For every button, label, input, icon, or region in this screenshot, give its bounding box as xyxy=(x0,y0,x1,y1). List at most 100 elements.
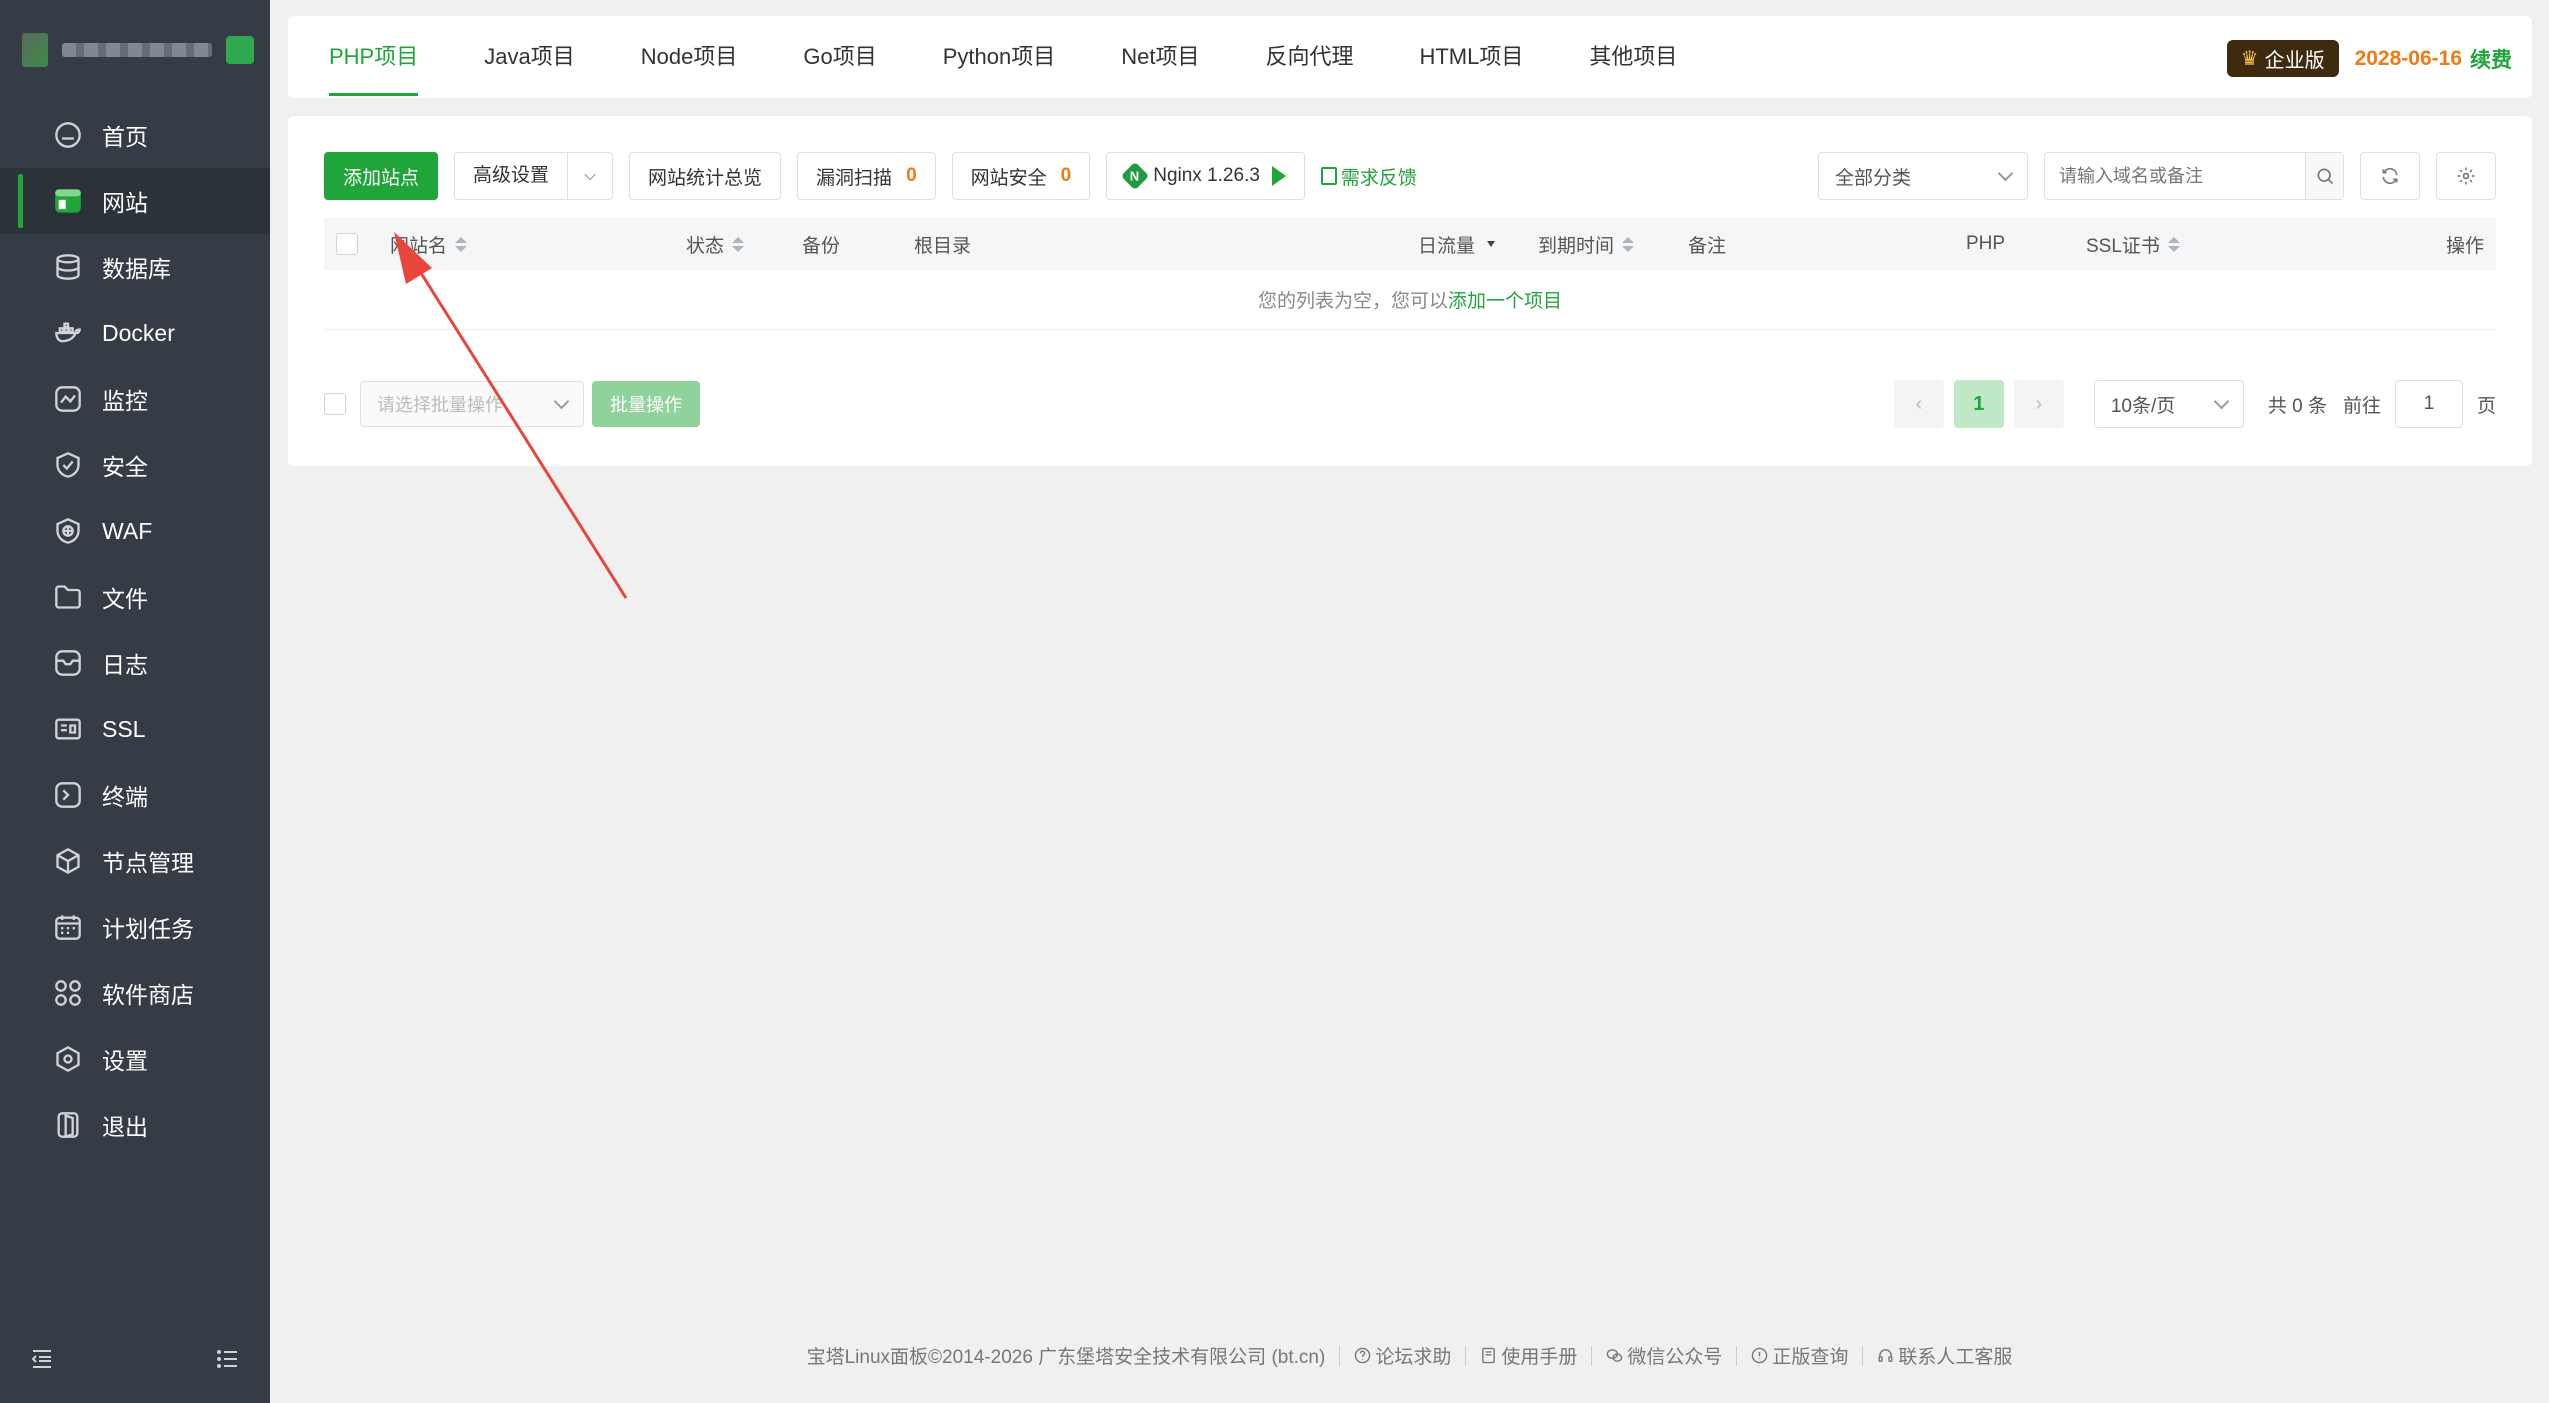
col-label: 状态 xyxy=(686,235,725,257)
table-settings-button[interactable] xyxy=(2436,152,2496,200)
refresh-button[interactable] xyxy=(2360,152,2420,200)
sidebar-item-label: WAF xyxy=(102,517,153,544)
sidebar-item-security[interactable]: 安全 xyxy=(0,432,270,498)
sidebar-item-logout[interactable]: 退出 xyxy=(0,1092,270,1158)
feedback-icon xyxy=(1320,167,1337,185)
sidebar-item-database[interactable]: 数据库 xyxy=(0,234,270,300)
pagination: ‹ 1 › 10条/页 共 0 条 前往 1 页 xyxy=(1893,380,2496,428)
col-daily-traffic[interactable]: 日流量 xyxy=(1418,231,1496,258)
vuln-scan-button[interactable]: 漏洞扫描 0 xyxy=(797,152,936,200)
collapse-sidebar-icon[interactable] xyxy=(30,1347,54,1376)
sidebar-item-label: 监控 xyxy=(102,388,148,414)
sidebar-item-label: 安全 xyxy=(102,454,148,480)
chevron-down-icon: ⌵ xyxy=(583,167,597,184)
manual-link[interactable]: 使用手册 xyxy=(1480,1342,1577,1369)
search-icon xyxy=(2317,168,2333,185)
add-site-button[interactable]: 添加站点 xyxy=(324,152,439,200)
prev-page-button[interactable]: ‹ xyxy=(1893,380,1944,428)
search-button[interactable] xyxy=(2305,153,2343,199)
col-site-name[interactable]: 网站名 xyxy=(390,231,468,258)
tab-reverse-proxy[interactable]: 反向代理 xyxy=(1232,16,1386,98)
add-project-link[interactable]: 添加一个项目 xyxy=(1448,286,1562,313)
crown-icon: ♛ xyxy=(2240,48,2259,70)
sidebar-item-logs[interactable]: 日志 xyxy=(0,630,270,696)
sort-icon xyxy=(732,236,745,252)
tab-html[interactable]: HTML项目 xyxy=(1386,16,1556,98)
sidebar-item-files[interactable]: 文件 xyxy=(0,564,270,630)
sidebar-item-label: 退出 xyxy=(102,1114,148,1140)
wechat-link[interactable]: 微信公众号 xyxy=(1606,1342,1722,1369)
goto-page-input[interactable]: 1 xyxy=(2394,380,2463,428)
col-root-dir: 根目录 xyxy=(914,235,972,257)
page-size-value: 10条/页 xyxy=(2110,395,2176,417)
sidebar-item-ssl[interactable]: SSL xyxy=(0,696,270,762)
sidebar-item-monitor[interactable]: 监控 xyxy=(0,366,270,432)
site-stats-button[interactable]: 网站统计总览 xyxy=(629,152,782,200)
bulk-select-checkbox[interactable] xyxy=(324,393,346,415)
license-check-link[interactable]: 正版查询 xyxy=(1751,1342,1848,1369)
total-count: 共 0 条 xyxy=(2267,395,2327,417)
docker-icon xyxy=(54,319,82,347)
page-number-current[interactable]: 1 xyxy=(1953,380,2004,428)
logo-text-blurred xyxy=(62,43,212,57)
tab-net[interactable]: Net项目 xyxy=(1088,16,1232,98)
sidebar-item-label: 日志 xyxy=(102,652,148,678)
copyright: 宝塔Linux面板©2014-2026 广东堡塔安全技术有限公司 (bt.cn) xyxy=(806,1347,1326,1368)
vuln-scan-label: 漏洞扫描 xyxy=(816,167,893,189)
tab-java[interactable]: Java项目 xyxy=(451,16,607,98)
feedback-label: 需求反馈 xyxy=(1340,167,1417,189)
enterprise-badge[interactable]: ♛ 企业版 xyxy=(2226,40,2339,77)
col-status[interactable]: 状态 xyxy=(686,231,745,258)
menu-list-icon[interactable] xyxy=(216,1347,240,1376)
next-page-button[interactable]: › xyxy=(2013,380,2064,428)
category-select[interactable]: 全部分类 xyxy=(1818,152,2028,200)
sidebar-item-store[interactable]: 软件商店 xyxy=(0,960,270,1026)
tab-php[interactable]: PHP项目 xyxy=(296,16,451,98)
chevron-down-icon xyxy=(2213,393,2230,409)
empty-state: 您的列表为空，您可以 添加一个项目 xyxy=(324,270,2496,330)
renew-link[interactable]: 续费 xyxy=(2470,44,2512,74)
tab-node[interactable]: Node项目 xyxy=(608,16,771,98)
tab-python[interactable]: Python项目 xyxy=(910,16,1089,98)
sidebar-item-label: 网站 xyxy=(102,190,148,216)
site-security-label: 网站安全 xyxy=(970,167,1047,189)
sidebar-item-label: 首页 xyxy=(102,124,148,150)
advanced-settings-dropdown[interactable]: 高级设置 ⌵ xyxy=(454,152,614,200)
help-icon xyxy=(1355,1347,1371,1364)
support-link[interactable]: 联系人工客服 xyxy=(1877,1342,2012,1369)
sidebar-item-home[interactable]: 首页 xyxy=(0,102,270,168)
tab-go[interactable]: Go项目 xyxy=(770,16,909,98)
sidebar-nav: 首页 网站 数据库 Docker 监控 安全 WAF 文件 日志 SSL 终端 … xyxy=(0,102,270,1158)
feedback-link[interactable]: 需求反馈 xyxy=(1320,163,1417,190)
logo xyxy=(0,0,270,100)
page-size-select[interactable]: 10条/页 xyxy=(2093,380,2244,428)
nginx-status-button[interactable]: N Nginx 1.26.3 xyxy=(1106,152,1305,200)
forum-link[interactable]: 论坛求助 xyxy=(1354,1342,1451,1369)
log-icon xyxy=(54,649,82,677)
sidebar-item-cron[interactable]: 计划任务 xyxy=(0,894,270,960)
monitor-icon xyxy=(54,385,82,413)
logout-icon xyxy=(54,1111,82,1139)
terminal-icon xyxy=(54,781,82,809)
sidebar-item-website[interactable]: 网站 xyxy=(0,168,270,234)
sidebar-item-label: 数据库 xyxy=(102,256,171,282)
site-security-button[interactable]: 网站安全 0 xyxy=(951,152,1091,200)
bulk-action-button[interactable]: 批量操作 xyxy=(592,381,700,427)
select-all-checkbox[interactable] xyxy=(336,233,358,255)
col-ssl[interactable]: SSL证书 xyxy=(2086,231,2180,258)
sidebar-item-label: 软件商店 xyxy=(102,982,194,1008)
dropdown-triangle-icon xyxy=(1487,241,1496,247)
sidebar-item-settings[interactable]: 设置 xyxy=(0,1026,270,1092)
col-expiry[interactable]: 到期时间 xyxy=(1538,231,1635,258)
node-icon xyxy=(54,847,82,875)
expiry-date: 2028-06-16 xyxy=(2354,46,2462,70)
sidebar-item-waf[interactable]: WAF xyxy=(0,498,270,564)
bulk-action-select[interactable]: 请选择批量操作 xyxy=(360,381,584,427)
sidebar-footer xyxy=(0,1341,270,1381)
sidebar-item-nodes[interactable]: 节点管理 xyxy=(0,828,270,894)
sidebar-item-docker[interactable]: Docker xyxy=(0,300,270,366)
sidebar-item-terminal[interactable]: 终端 xyxy=(0,762,270,828)
enterprise-info: ♛ 企业版 2028-06-16 续费 xyxy=(2226,40,2512,77)
tab-other[interactable]: 其他项目 xyxy=(1556,16,1710,98)
search-input[interactable] xyxy=(2045,153,2305,199)
